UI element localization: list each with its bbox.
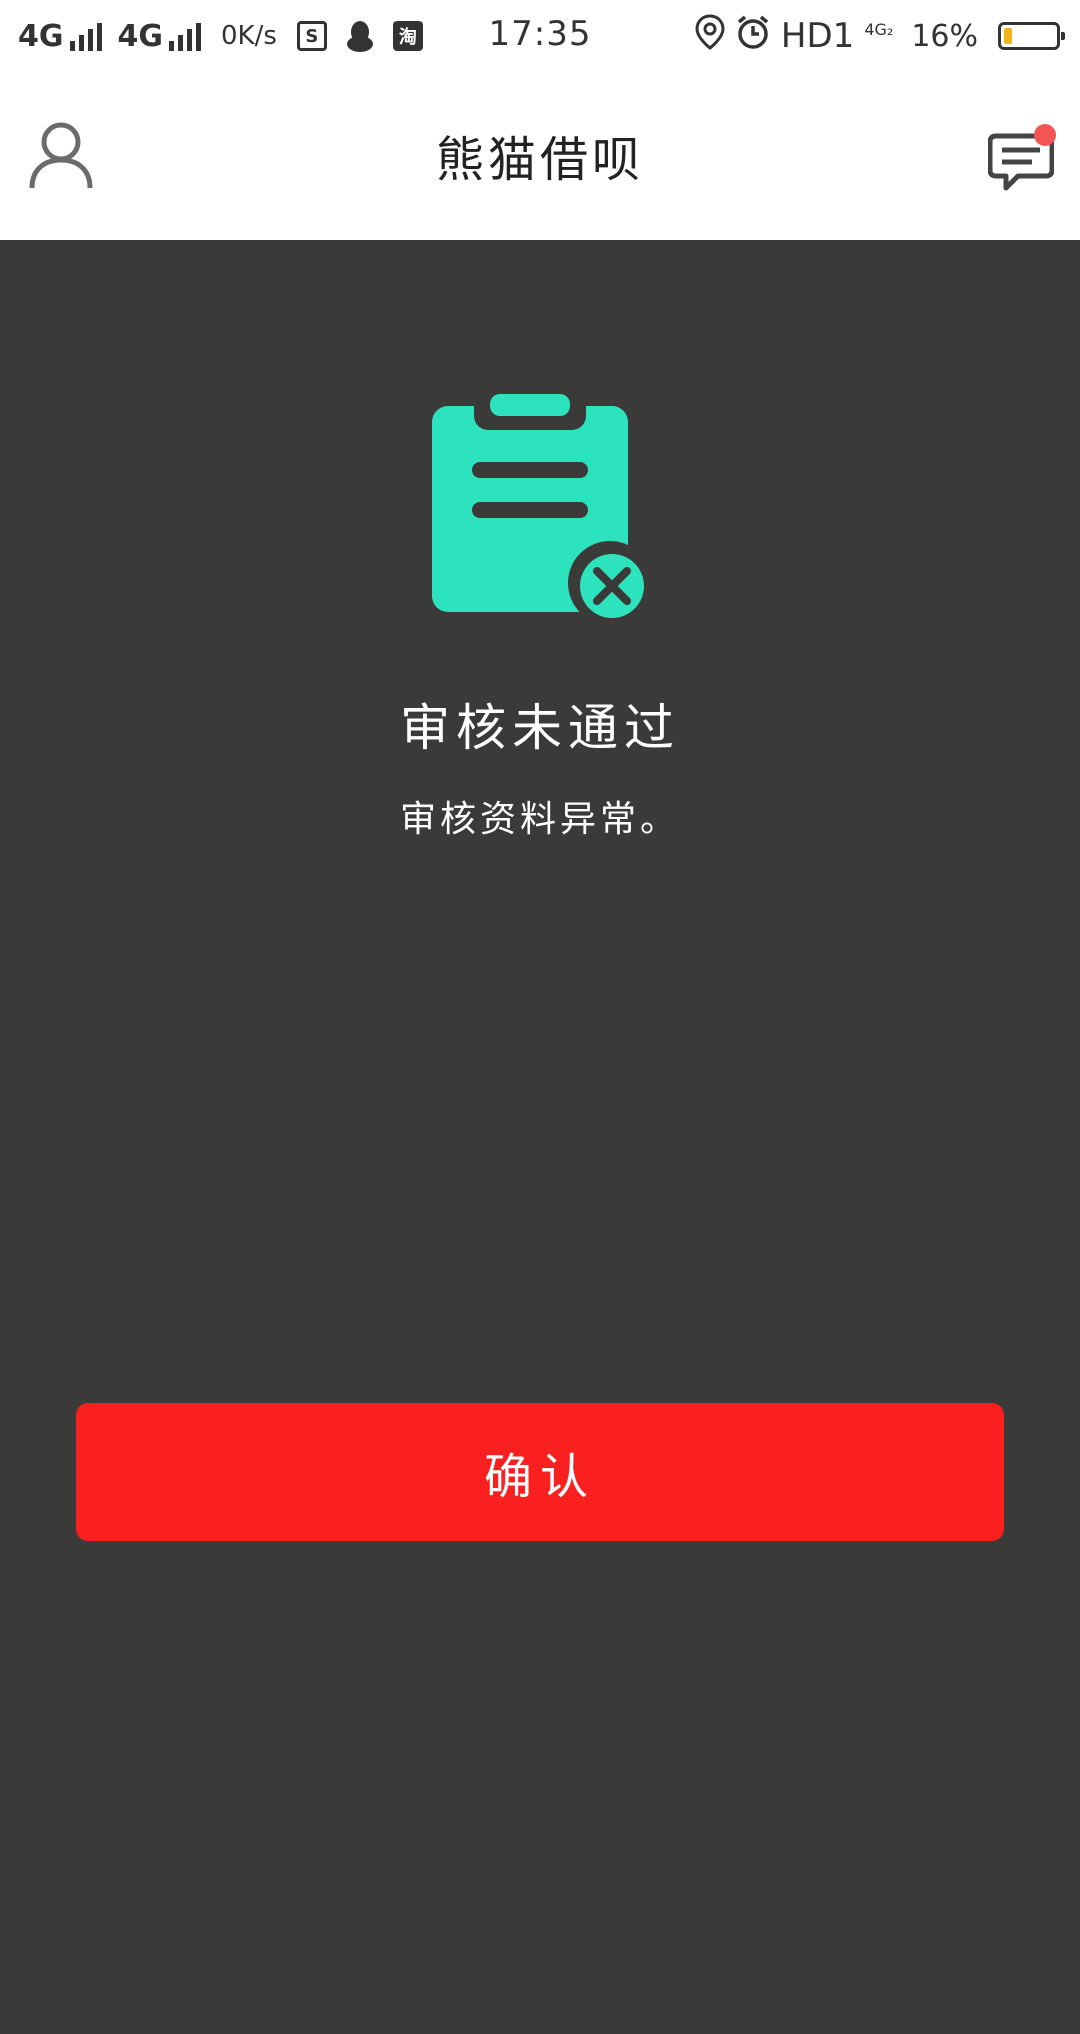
alarm-icon (735, 14, 771, 58)
result-title: 审核未通过 (400, 699, 680, 757)
status-bar-right: HD1 4G₂ 16% (695, 14, 1065, 58)
network-type-3: 4G₂ (864, 19, 894, 39)
result-description: 审核资料异常。 (399, 799, 680, 840)
status-bar: 4G 4G 0K/s S 淘 17:35 HD1 4G₂ 16% (0, 0, 1080, 72)
battery-percent: 16% (911, 18, 978, 54)
confirm-button[interactable]: 确认 (76, 1403, 1004, 1541)
clipboard-rejected-icon (430, 390, 652, 626)
result-content: 审核未通过 审核资料异常。 确认 (0, 240, 1080, 2034)
notification-badge (1034, 124, 1056, 146)
battery-fill (1004, 28, 1012, 44)
page-title: 熊猫借呗 (435, 132, 644, 188)
battery-icon (998, 22, 1065, 50)
location-icon (695, 14, 725, 58)
hd-indicator: HD1 (780, 16, 855, 56)
nav-bar: 熊猫借呗 (0, 72, 1080, 240)
